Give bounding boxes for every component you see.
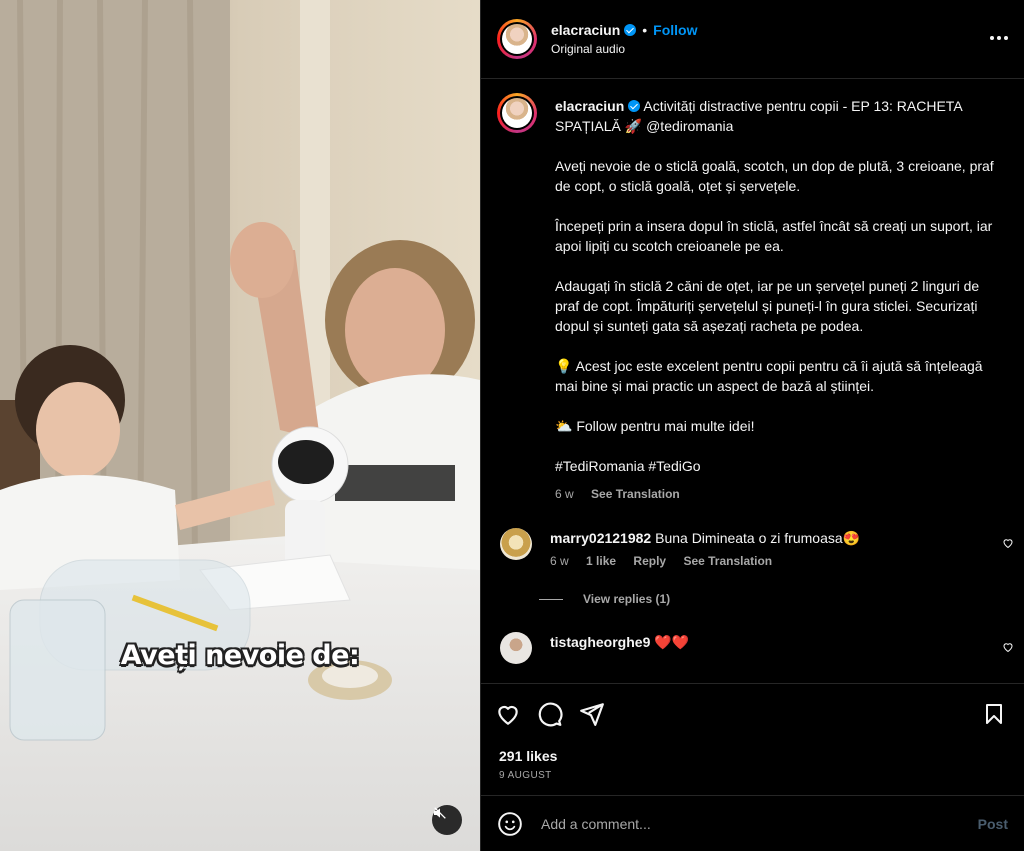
comment-button[interactable] [537, 701, 563, 727]
author-username[interactable]: elacraciun [551, 22, 620, 38]
post-caption: elacraciun Activități distractive pentru… [481, 80, 1024, 504]
heart-icon [1003, 643, 1013, 653]
view-replies-label: View replies (1) [583, 592, 671, 606]
commenter-avatar[interactable] [500, 528, 532, 560]
comment-input[interactable] [539, 814, 978, 833]
share-button[interactable] [579, 701, 605, 727]
heart-icon [498, 705, 518, 725]
likes-count[interactable]: 291 likes [481, 748, 1024, 764]
comment-see-translation[interactable]: See Translation [683, 554, 772, 568]
comment-text: ❤️❤️ [654, 634, 690, 650]
separator-dot: • [642, 21, 648, 38]
caption-paragraph: Adaugați în sticlă 2 căni de oțet, iar p… [555, 278, 980, 334]
author-avatar[interactable] [497, 19, 537, 59]
comments-scroll-area[interactable]: elacraciun Activități distractive pentru… [481, 80, 1024, 683]
comment-icon [538, 702, 563, 727]
caption-paragraph: Începeți prin a insera dopul în sticlă, … [555, 218, 993, 254]
caption-author-avatar[interactable] [497, 93, 537, 133]
post-date[interactable]: 9 AUGUST [481, 770, 1024, 781]
comment-text: Buna Dimineata o zi frumoasa😍 [655, 530, 861, 546]
follow-button[interactable]: Follow [653, 22, 697, 38]
caption-paragraph: ⛅ Follow pentru mai multe idei! [555, 418, 755, 434]
caption-see-translation[interactable]: See Translation [591, 487, 680, 501]
view-replies-button[interactable]: View replies (1) [539, 592, 1024, 606]
caption-paragraph: 💡 Acest joc este excelent pentru copii p… [555, 358, 983, 394]
mute-button[interactable] [432, 805, 462, 835]
heart-icon [1003, 539, 1013, 549]
commenter-username[interactable]: marry02121982 [550, 530, 651, 546]
caption-time[interactable]: 6 w [555, 487, 574, 501]
comment-time[interactable]: 6 w [550, 554, 569, 568]
commenter-username[interactable]: tistagheorghe9 [550, 634, 650, 650]
bookmark-icon [986, 704, 1002, 724]
caption-username[interactable]: elacraciun [555, 98, 624, 114]
commenter-avatar[interactable] [500, 632, 532, 664]
speaker-muted-icon [434, 807, 446, 819]
caption-paragraph: elacraciun Activități distractive pentru… [555, 98, 962, 134]
video-caption-overlay: Aveți nevoie de: [120, 640, 360, 671]
caption-paragraph: Aveți nevoie de o sticlă goală, scotch, … [555, 158, 994, 194]
save-button[interactable] [982, 702, 1006, 726]
verified-badge-icon [624, 23, 637, 36]
comment-reply-button[interactable]: Reply [633, 554, 666, 568]
post-header: elacraciun • Follow Original audio [481, 0, 1024, 79]
view-replies-line [539, 598, 563, 600]
send-icon [580, 703, 604, 726]
video-frame [0, 0, 480, 851]
post-comment-button[interactable]: Post [978, 816, 1008, 832]
verified-badge-icon [628, 100, 641, 112]
audio-link[interactable]: Original audio [551, 40, 698, 58]
more-options-button[interactable] [990, 28, 1008, 46]
like-button[interactable] [495, 701, 521, 727]
caption-hashtags[interactable]: #TediRomania #TediGo [555, 456, 1007, 476]
comment-like-button[interactable] [1002, 640, 1014, 658]
comment-item: tistagheorghe9 ❤️❤️ [481, 632, 1024, 664]
action-icons [481, 684, 1024, 730]
emoji-button[interactable] [497, 811, 523, 837]
post-modal: Aveți nevoie de: elacraciun • Follow Origi… [0, 0, 1024, 851]
comment-like-button[interactable] [1002, 536, 1014, 554]
add-comment-bar: Post [481, 795, 1024, 851]
caption-meta: 6 w See Translation [555, 484, 1007, 504]
comment-meta: 6 w 1 like Reply See Translation [550, 554, 980, 568]
comment-likes[interactable]: 1 like [586, 554, 616, 568]
post-actions: 291 likes 9 AUGUST [481, 683, 1024, 796]
emoji-icon [498, 811, 522, 836]
comment-item: marry02121982 Buna Dimineata o zi frumoa… [481, 528, 1024, 568]
post-side-panel: elacraciun • Follow Original audio elacrac… [480, 0, 1024, 851]
video-player[interactable]: Aveți nevoie de: [0, 0, 480, 851]
more-horizontal-icon [990, 36, 1008, 40]
